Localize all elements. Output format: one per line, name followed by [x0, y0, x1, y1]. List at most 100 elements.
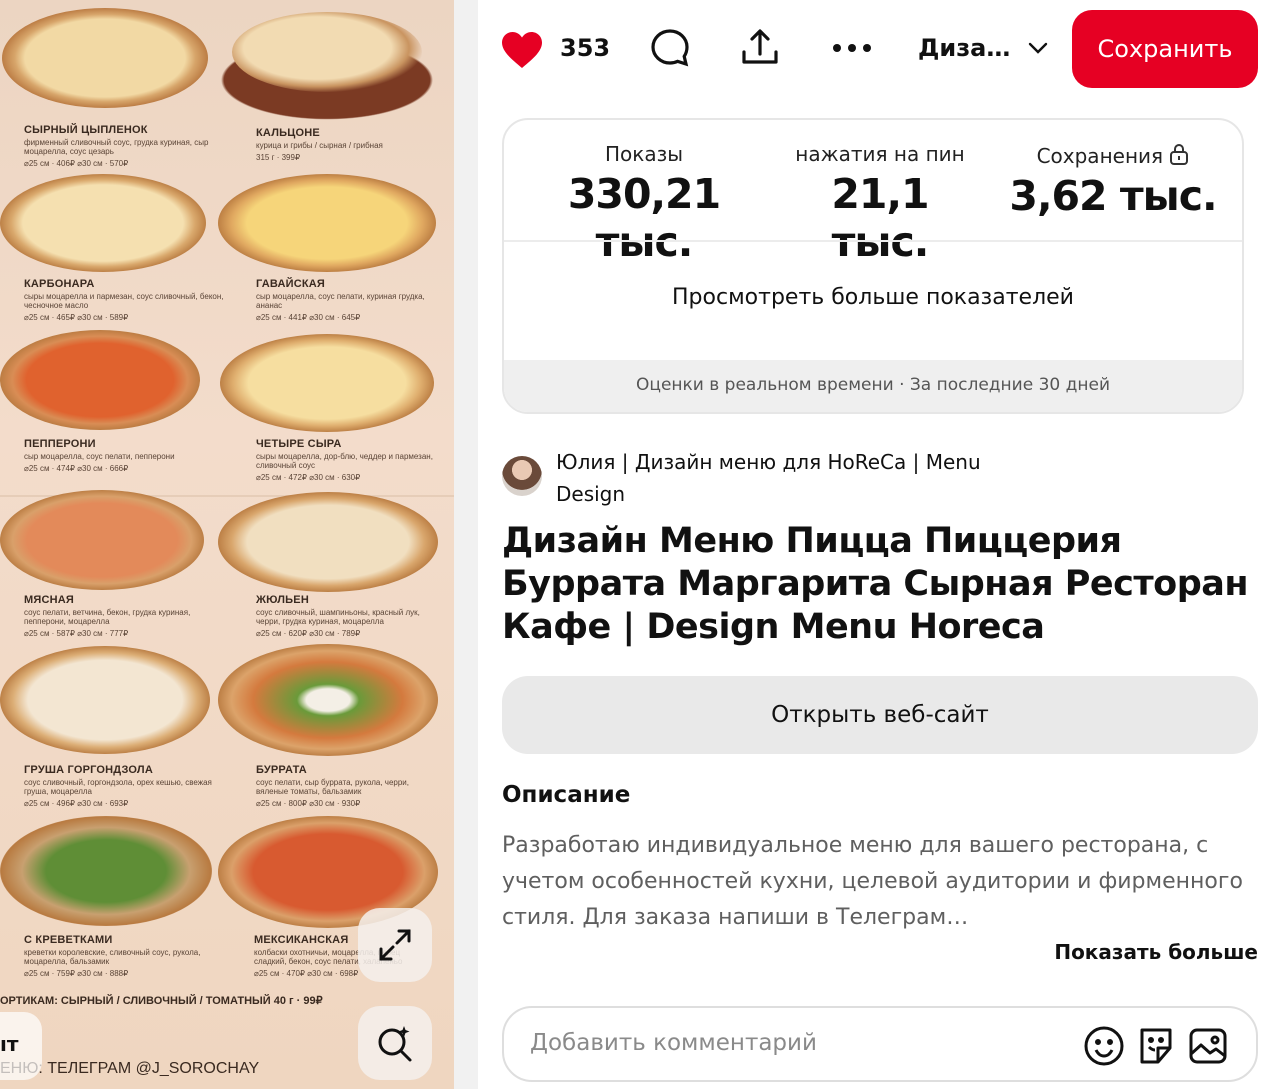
- stat-pin-clicks: нажатия на пин 21,1 тыс.: [780, 142, 980, 266]
- view-more-stats-link[interactable]: Просмотреть больше показателей: [504, 285, 1242, 310]
- stats-footer: Оценки в реальном времени · За последние…: [504, 360, 1242, 412]
- board-selector[interactable]: Диза…: [918, 34, 1048, 62]
- visual-search-button[interactable]: [358, 1006, 432, 1080]
- divider: [454, 0, 478, 1089]
- pizza-image: [218, 644, 438, 756]
- description-heading: Описание: [502, 782, 631, 808]
- menu-item-price: ⌀25 см · 620₽ ⌀30 см · 789₽: [256, 629, 361, 638]
- pizza-image: [220, 334, 434, 432]
- open-website-button[interactable]: Открыть веб-сайт: [502, 676, 1258, 754]
- pizza-image: [0, 816, 212, 926]
- like-count: 353: [560, 34, 611, 62]
- menu-item-name: ЖЮЛЬЕН: [256, 594, 309, 606]
- comment-bubble-icon: [651, 29, 689, 67]
- author-row[interactable]: Юлия | Дизайн меню для HoReCa | Menu Des…: [502, 450, 1016, 510]
- menu-item: ГРУША ГОРГОНДЗОЛА соус сливочный, горгон…: [24, 764, 224, 808]
- menu-item: КАРБОНАРА сыры моцарелла и пармезан, соу…: [24, 278, 224, 322]
- menu-item-price: ⌀25 см · 496₽ ⌀30 см · 693₽: [24, 799, 129, 808]
- menu-item-desc: сыры моцарелла и пармезан, соус сливочны…: [24, 292, 224, 310]
- pin-title: Дизайн Меню Пицца Пиццерия Буррата Марга…: [502, 521, 1249, 647]
- stat-label-text: Сохранения: [1036, 144, 1164, 168]
- menu-item-desc: соус сливочный, горгондзола, орех кешью,…: [24, 778, 212, 796]
- stat-impressions: Показы 330,21 тыс.: [522, 142, 766, 266]
- menu-item: ПЕППЕРОНИ сыр моцарелла, соус пелати, пе…: [24, 438, 224, 473]
- lock-icon: [1170, 144, 1189, 165]
- stat-label: Показы: [604, 142, 684, 166]
- expand-icon: [379, 929, 411, 961]
- author-name[interactable]: Юлия | Дизайн меню для HoReCa | Menu Des…: [556, 446, 1016, 510]
- menu-item: С КРЕВЕТКАМИ креветки королевские, сливо…: [24, 934, 224, 978]
- image-upload-button[interactable]: [1186, 1024, 1230, 1068]
- menu-item: БУРРАТА соус пелати, сыр буррата, рукола…: [256, 764, 436, 808]
- pizza-image: [0, 490, 204, 590]
- menu-item-desc: сыр моцарелла, соус пелати, куриная груд…: [256, 292, 425, 310]
- save-button[interactable]: Сохранить: [1072, 10, 1258, 88]
- menu-item: СЫРНЫЙ ЦЫПЛЕНОК фирменный сливочный соус…: [24, 124, 224, 168]
- menu-item-name: СЫРНЫЙ ЦЫПЛЕНОК: [24, 124, 148, 136]
- menu-item-desc: курица и грибы / сырная / грибная: [256, 141, 383, 150]
- menu-item-desc: фирменный сливочный соус, грудка куриная…: [24, 138, 209, 156]
- smiley-icon: [1084, 1026, 1124, 1066]
- description-text: Разработаю индивидуальное меню для вашег…: [502, 833, 1243, 930]
- pin-image[interactable]: СЫРНЫЙ ЦЫПЛЕНОК фирменный сливочный соус…: [0, 0, 454, 1089]
- pizza-image: [232, 12, 422, 92]
- more-dots-icon: [833, 44, 871, 52]
- pizza-image: [0, 174, 206, 272]
- menu-item-price: ⌀25 см · 465₽ ⌀30 см · 589₽: [24, 313, 129, 322]
- menu-item: МЯСНАЯ соус пелати, ветчина, бекон, груд…: [24, 594, 224, 638]
- menu-item-price: ⌀25 см · 406₽ ⌀30 см · 570₽: [24, 159, 129, 168]
- menu-item-name: ГАВАЙСКАЯ: [256, 278, 326, 290]
- show-more-link[interactable]: Показать больше: [1054, 940, 1258, 964]
- pizza-image: [0, 646, 210, 754]
- like-button[interactable]: [500, 30, 544, 74]
- menu-item-desc: сыр моцарелла, соус пелати, пепперони: [24, 452, 175, 461]
- emoji-button[interactable]: [1082, 1024, 1126, 1068]
- menu-item-name: БУРРАТА: [256, 764, 307, 776]
- menu-item-name: ПЕППЕРОНИ: [24, 438, 96, 450]
- share-icon: [742, 29, 778, 64]
- comment-button[interactable]: [648, 26, 692, 70]
- card-separator: [504, 240, 1242, 242]
- pizza-image: [218, 492, 438, 592]
- board-name: Диза…: [918, 34, 1011, 62]
- menu-footer-line: ОРТИКАМ: СЫРНЫЙ / СЛИВОЧНЫЙ / ТОМАТНЫЙ 4…: [0, 995, 323, 1007]
- avatar[interactable]: [502, 456, 542, 496]
- menu-item-desc: соус пелати, сыр буррата, рукола, черри,…: [256, 778, 409, 796]
- menu-item-price: ⌀25 см · 800₽ ⌀30 см · 930₽: [256, 799, 361, 808]
- menu-item-name: КАЛЬЦОНЕ: [256, 127, 320, 139]
- menu-item-price: ⌀25 см · 441₽ ⌀30 см · 645₽: [256, 313, 361, 322]
- stat-value: 3,62 тыс.: [1009, 172, 1217, 220]
- menu-item-price: ⌀25 см · 759₽ ⌀30 см · 888₽: [24, 969, 129, 978]
- heart-icon: [502, 32, 542, 68]
- menu-item-desc: креветки королевские, сливочный соус, ру…: [24, 948, 201, 966]
- stats-card: Показы 330,21 тыс. нажатия на пин 21,1 т…: [502, 118, 1244, 414]
- menu-side-button[interactable]: ıт: [0, 1012, 42, 1080]
- menu-item-name: КАРБОНАРА: [24, 278, 95, 290]
- visual-search-icon: [378, 1026, 412, 1062]
- menu-item-desc: соус сливочный, шампиньоны, красный лук,…: [256, 608, 420, 626]
- sticker-icon: [1140, 1028, 1172, 1064]
- more-options-button[interactable]: [830, 26, 874, 70]
- sticker-button[interactable]: [1134, 1024, 1178, 1068]
- menu-item-name: ЧЕТЫРЕ СЫРА: [256, 438, 342, 450]
- menu-item-name: ГРУША ГОРГОНДЗОЛА: [24, 764, 153, 776]
- pizza-image: [2, 8, 208, 108]
- menu-item: ЖЮЛЬЕН соус сливочный, шампиньоны, красн…: [256, 594, 436, 638]
- comment-input[interactable]: Добавить комментарий: [502, 1006, 1258, 1082]
- menu-item-name: МЯСНАЯ: [24, 594, 75, 606]
- expand-button[interactable]: [358, 908, 432, 982]
- chevron-down-icon: [1029, 42, 1048, 54]
- pin-details-panel: 353 Диза… Сохранить Показы 330,21 тыс. н…: [478, 0, 1280, 1089]
- menu-item: ГАВАЙСКАЯ сыр моцарелла, соус пелати, ку…: [256, 278, 436, 322]
- menu-item: ЧЕТЫРЕ СЫРА сыры моцарелла, дор-блю, чед…: [256, 438, 436, 482]
- comment-placeholder: Добавить комментарий: [530, 1030, 817, 1056]
- menu-item-desc: сыры моцарелла, дор-блю, чеддер и пармез…: [256, 452, 433, 470]
- stat-value: 21,1 тыс.: [831, 170, 929, 266]
- menu-item-price: ⌀25 см · 474₽ ⌀30 см · 666₽: [24, 464, 129, 473]
- share-button[interactable]: [738, 26, 782, 70]
- pizza-image: [218, 174, 436, 272]
- stat-saves: Сохранения 3,62 тыс.: [998, 142, 1228, 220]
- menu-item: КАЛЬЦОНЕ курица и грибы / сырная / грибн…: [256, 127, 436, 162]
- pizza-image: [0, 330, 200, 430]
- image-icon: [1189, 1028, 1227, 1064]
